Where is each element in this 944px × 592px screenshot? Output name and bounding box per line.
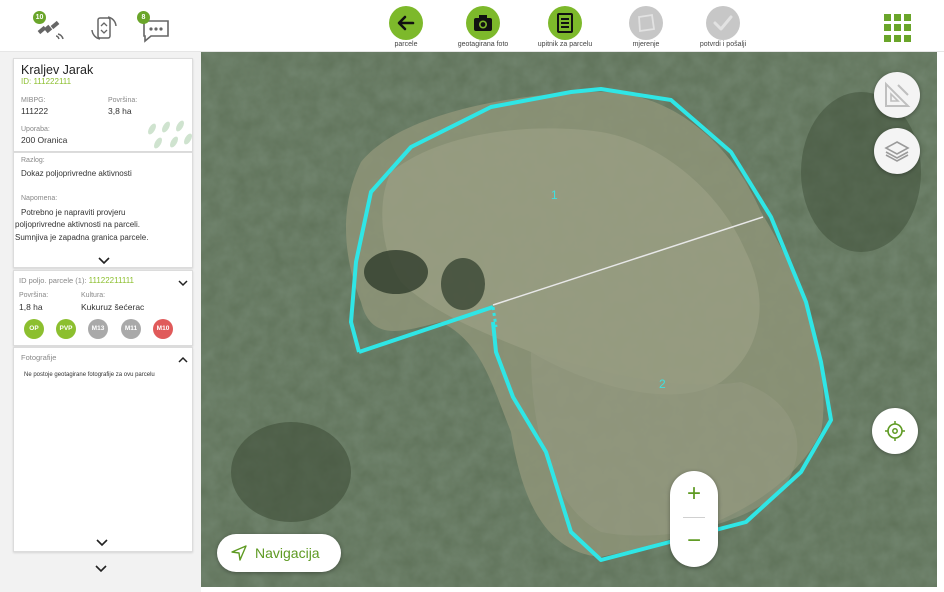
reason-label: Razlog: bbox=[21, 157, 45, 164]
note-label: Napomena: bbox=[21, 195, 58, 202]
collapse-photos-button[interactable] bbox=[177, 351, 189, 363]
chevron-down-icon bbox=[95, 565, 107, 573]
grid-dot bbox=[894, 34, 901, 42]
area-value: 3,8 ha bbox=[108, 106, 132, 116]
subparcel-card: ID poljo. parcele (1): 11122211111 Površ… bbox=[13, 270, 193, 346]
grid-dot bbox=[894, 24, 901, 32]
geotag-photo-circle bbox=[466, 6, 500, 40]
crop-leaves-icon bbox=[148, 120, 192, 149]
check-icon bbox=[713, 15, 733, 31]
tag-pvp[interactable]: PVP bbox=[56, 319, 76, 339]
collapse-subparcel-button[interactable] bbox=[177, 275, 189, 287]
messages-status[interactable]: 8 bbox=[137, 11, 172, 44]
crop-label: Kultura: bbox=[81, 292, 106, 299]
tree-cluster bbox=[231, 422, 351, 522]
camera-icon bbox=[474, 15, 492, 31]
navigation-button[interactable]: Navigacija bbox=[217, 534, 341, 572]
grid-dot bbox=[884, 14, 891, 21]
chevron-down-icon bbox=[96, 539, 108, 547]
measure-icon bbox=[638, 13, 656, 33]
grid-menu-icon[interactable] bbox=[884, 14, 914, 42]
photos-empty-text: Ne postoje geotagirane fotografije za ov… bbox=[24, 372, 155, 378]
satellite-map: 1 2 bbox=[201, 52, 937, 587]
grid-dot bbox=[884, 34, 891, 42]
expand-photos-button[interactable] bbox=[95, 535, 109, 547]
confirm-send-circle bbox=[706, 6, 740, 40]
confirm-send-button[interactable]: potvrdi i pošalji bbox=[678, 6, 768, 52]
chevron-down-icon bbox=[178, 280, 188, 287]
chevron-up-icon bbox=[178, 356, 188, 363]
geotag-photo-button[interactable]: geotagirana foto bbox=[438, 6, 528, 52]
grid-dot bbox=[904, 34, 911, 42]
subparcel-id-value: 11122211111 bbox=[88, 276, 135, 285]
farm-id: ID: 111222111 bbox=[21, 77, 72, 86]
mibpg-label: MIBPG: bbox=[21, 97, 46, 104]
satellite-status[interactable]: 10 bbox=[33, 11, 68, 44]
geotag-photo-label: geotagirana foto bbox=[457, 41, 509, 48]
sidebar-scroll-down-button[interactable] bbox=[94, 561, 108, 573]
zoom-in-button[interactable]: + bbox=[670, 471, 718, 517]
confirm-send-label: potvrdi i pošalji bbox=[699, 41, 747, 48]
tag-op[interactable]: OP bbox=[24, 319, 44, 339]
reason-value: Dokaz poljoprivredne aktivnosti bbox=[21, 169, 132, 178]
photos-title: Fotografije bbox=[21, 353, 57, 362]
tag-m13[interactable]: M13 bbox=[88, 319, 108, 339]
zone-label-2: 2 bbox=[659, 377, 666, 391]
area-label: Površina: bbox=[108, 97, 138, 104]
crop-value: Kukuruz šećerac bbox=[81, 302, 145, 312]
right-edge bbox=[937, 52, 944, 592]
subparcel-area-value: 1,8 ha bbox=[19, 302, 43, 312]
layers-button[interactable] bbox=[874, 128, 920, 174]
subparcel-id-label: ID poljo. parcele (1): 11122211111 bbox=[19, 276, 134, 285]
questionnaire-circle bbox=[548, 6, 582, 40]
parcels-circle bbox=[389, 6, 423, 40]
measure-circle bbox=[629, 6, 663, 40]
ruler-triangle-icon bbox=[885, 81, 911, 107]
note-line-1: Potrebno je napraviti provjeru bbox=[21, 208, 126, 217]
grid-dot bbox=[884, 24, 891, 32]
reason-card: Razlog: Dokaz poljoprivredne aktivnosti … bbox=[13, 152, 193, 268]
bottom-edge bbox=[201, 587, 944, 592]
subparcel-id-label-text: ID poljo. parcele (1): bbox=[19, 276, 87, 285]
farm-card: Kraljev Jarak ID: 111222111 MIBPG: 11122… bbox=[13, 58, 193, 152]
questionnaire-button[interactable]: upitnik za parcelu bbox=[520, 6, 610, 52]
sync-status[interactable] bbox=[88, 14, 120, 44]
note-line-2: poljoprivredne aktivnosti na parceli. bbox=[15, 220, 140, 229]
tag-m11[interactable]: M11 bbox=[121, 319, 141, 339]
subparcel-area-label: Površina: bbox=[19, 292, 49, 299]
navigation-label: Navigacija bbox=[255, 545, 320, 561]
grid-dot bbox=[894, 14, 901, 21]
map-view[interactable]: 1 2 Navigacija bbox=[201, 52, 937, 587]
layers-icon bbox=[884, 141, 910, 162]
photos-card: Fotografije Ne postoje geotagirane fotog… bbox=[13, 347, 193, 552]
app-window: 10 8 parcele geotagirana foto upitnik za… bbox=[0, 0, 944, 592]
tree-cluster bbox=[364, 250, 428, 294]
sidebar: Kraljev Jarak ID: 111222111 MIBPG: 11122… bbox=[0, 52, 201, 592]
questionnaire-label: upitnik za parcelu bbox=[537, 41, 593, 48]
messages-badge: 8 bbox=[137, 11, 150, 24]
measure-tool-button[interactable] bbox=[874, 72, 920, 118]
grid-dot bbox=[904, 24, 911, 32]
tree-cluster bbox=[441, 258, 485, 310]
zone-label-1: 1 bbox=[551, 188, 558, 202]
zoom-out-button[interactable]: − bbox=[670, 518, 718, 564]
chevron-down-icon bbox=[98, 257, 110, 265]
satellite-badge: 10 bbox=[33, 11, 46, 24]
zoom-control: + − bbox=[670, 471, 718, 567]
tag-m10[interactable]: M10 bbox=[153, 319, 173, 339]
sync-phone-icon bbox=[91, 16, 117, 40]
locate-me-button[interactable] bbox=[872, 408, 918, 454]
arrow-left-icon bbox=[397, 15, 415, 31]
questionnaire-icon bbox=[557, 13, 573, 33]
use-label: Uporaba: bbox=[21, 126, 50, 133]
crosshair-icon bbox=[885, 421, 905, 441]
expand-reason-button[interactable] bbox=[97, 253, 111, 265]
navigation-arrow-icon bbox=[231, 545, 247, 561]
mibpg-value: 111222 bbox=[21, 106, 49, 116]
top-toolbar: 10 8 parcele geotagirana foto upitnik za… bbox=[0, 0, 944, 52]
farm-name: Kraljev Jarak bbox=[21, 63, 94, 77]
grid-dot bbox=[904, 14, 911, 21]
use-value: 200 Oranica bbox=[21, 135, 68, 145]
note-line-3: Sumnjiva je zapadna granica parcele. bbox=[15, 233, 149, 242]
